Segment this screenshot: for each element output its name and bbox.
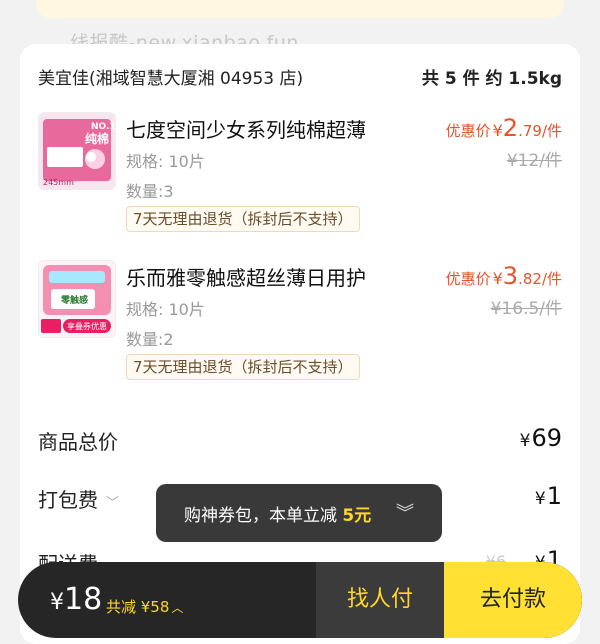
product-quantity: 数量:2 — [126, 330, 174, 349]
total-discount-toggle[interactable]: 共减 ¥58 ︿ — [106, 596, 183, 617]
product-item[interactable]: 零触感 享叠券优惠 乐而雅零触感超丝薄日用护 规格: 10片 数量:2 7天无理… — [38, 258, 562, 380]
product-thumbnail[interactable]: 零触感 享叠券优惠 — [38, 260, 116, 338]
chevron-down-icon[interactable]: ﹀ — [106, 492, 119, 511]
chevron-double-down-icon[interactable]: ︾ — [396, 499, 414, 525]
product-thumbnail[interactable]: NO.1 纯棉 245mm — [38, 112, 116, 190]
order-summary: 共 5 件 约 1.5kg — [421, 69, 562, 89]
packing-fee-value: ¥1 — [534, 482, 562, 510]
find-payer-button[interactable]: 找人付 — [316, 562, 444, 638]
product-spec: 规格: 10片 — [126, 152, 205, 171]
total-price: ¥18 — [50, 582, 103, 617]
product-title[interactable]: 乐而雅零触感超丝薄日用护 — [126, 262, 366, 291]
goods-total-row: 商品总价 ¥69 — [38, 424, 562, 454]
pay-button[interactable]: 去付款 — [444, 562, 582, 638]
goods-total-label: 商品总价 — [38, 430, 118, 454]
product-item[interactable]: NO.1 纯棉 245mm 七度空间少女系列纯棉超薄 规格: 10片 数量:3 … — [38, 110, 562, 232]
order-card: 美宜佳(湘域智慧大厦湘 04953 店) 共 5 件 约 1.5kg NO.1 … — [20, 44, 580, 644]
svg-text:245mm: 245mm — [43, 178, 74, 187]
coupon-pack-toast[interactable]: 购神券包，本单立减 5元 ︾ — [156, 484, 442, 542]
packing-fee-label[interactable]: 打包费 ﹀ — [38, 484, 119, 513]
toast-text: 购神券包，本单立减 5元 — [184, 506, 372, 526]
toast-amount: 5元 — [342, 506, 372, 526]
return-policy-tag: 7天无理由退货（拆封后不支持） — [126, 206, 360, 232]
product-title[interactable]: 七度空间少女系列纯棉超薄 — [126, 114, 366, 143]
discount-price: 优惠价 ¥3.82/件 — [445, 262, 562, 290]
goods-total-value: ¥69 — [519, 424, 562, 452]
top-card-strip — [36, 0, 564, 18]
product-spec: 规格: 10片 — [126, 300, 205, 319]
svg-text:NO.1: NO.1 — [91, 122, 115, 132]
original-price: ¥12/件 — [506, 151, 562, 171]
svg-text:享叠券优惠: 享叠券优惠 — [67, 321, 107, 331]
original-price: ¥16.5/件 — [490, 299, 562, 319]
svg-text:纯棉: 纯棉 — [85, 131, 109, 146]
svg-text:零触感: 零触感 — [60, 294, 88, 306]
store-name[interactable]: 美宜佳(湘域智慧大厦湘 04953 店) — [38, 64, 303, 89]
store-row: 美宜佳(湘域智慧大厦湘 04953 店) 共 5 件 约 1.5kg — [38, 64, 562, 89]
discount-price: 优惠价 ¥2.79/件 — [445, 114, 562, 142]
chevron-up-icon[interactable]: ︿ — [171, 601, 183, 615]
checkout-bar: ¥18 共减 ¥58 ︿ 找人付 去付款 — [18, 562, 582, 638]
return-policy-tag: 7天无理由退货（拆封后不支持） — [126, 354, 360, 380]
product-quantity: 数量:3 — [126, 182, 174, 201]
